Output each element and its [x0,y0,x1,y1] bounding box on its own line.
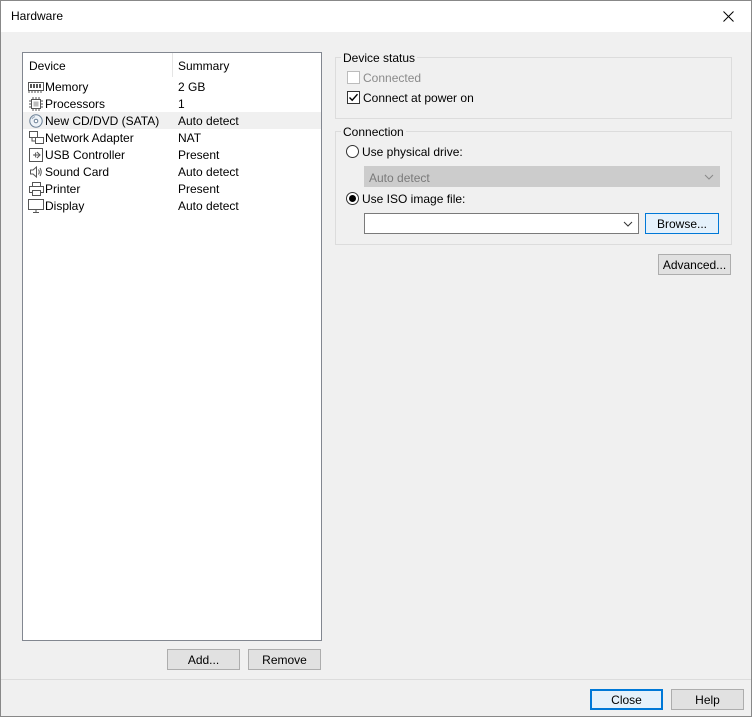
footer-divider [1,679,751,680]
advanced-button[interactable]: Advanced... [658,254,731,275]
close-button[interactable]: Close [590,689,663,710]
use-iso-image-radio[interactable] [346,192,359,205]
title-bar: Hardware [1,1,751,32]
device-name: New CD/DVD (SATA) [45,114,160,128]
close-window-icon[interactable] [705,1,751,32]
processor-icon [28,96,44,111]
iso-path-combobox[interactable] [364,213,639,234]
chevron-down-icon [704,174,714,180]
device-summary: 2 GB [178,80,206,94]
device-summary: NAT [178,131,202,145]
display-icon [28,198,44,213]
usb-icon [28,147,44,162]
device-row-display[interactable]: Display Auto detect [23,197,321,214]
help-button[interactable]: Help [671,689,744,710]
sound-card-icon [28,164,44,179]
checkmark-icon [349,93,359,102]
browse-button[interactable]: Browse... [645,213,719,234]
connection-label: Connection [341,125,406,139]
device-status-label: Device status [341,51,418,65]
column-header-device[interactable]: Device [29,59,66,73]
device-summary: Present [178,182,220,196]
device-summary: Present [178,148,220,162]
device-name: Printer [45,182,81,196]
device-row-memory[interactable]: Memory 2 GB [23,78,321,95]
connect-at-power-on-label: Connect at power on [363,91,474,105]
remove-button[interactable]: Remove [248,649,321,670]
device-name: Network Adapter [45,131,134,145]
memory-icon [28,79,44,94]
column-separator[interactable] [172,53,173,77]
device-row-sound-card[interactable]: Sound Card Auto detect [23,163,321,180]
device-summary: Auto detect [178,114,239,128]
device-row-printer[interactable]: Printer Present [23,180,321,197]
connected-label: Connected [363,71,422,85]
device-summary: 1 [178,97,185,111]
connect-at-power-on-checkbox[interactable] [347,91,360,104]
device-name: Display [45,199,85,213]
device-list[interactable]: Device Summary Memory 2 GB Processors 1 [22,52,322,641]
device-rows: Memory 2 GB Processors 1 New CD/DVD (SAT… [23,78,321,214]
device-row-usb-controller[interactable]: USB Controller Present [23,146,321,163]
physical-drive-value: Auto detect [369,171,430,185]
list-header: Device Summary [23,53,321,77]
use-physical-drive-label: Use physical drive: [362,145,463,159]
hardware-dialog: Hardware Device Summary Memory 2 GB Proc… [0,0,752,717]
device-name: USB Controller [45,148,126,162]
device-summary: Auto detect [178,199,239,213]
printer-icon [28,181,44,196]
physical-drive-select[interactable]: Auto detect [364,166,720,187]
network-adapter-icon [28,130,44,145]
chevron-down-icon[interactable] [622,217,634,231]
use-physical-drive-radio[interactable] [346,145,359,158]
cd-dvd-icon [28,113,44,128]
window-title: Hardware [11,9,64,23]
device-row-processors[interactable]: Processors 1 [23,95,321,112]
add-button[interactable]: Add... [167,649,240,670]
device-name: Sound Card [45,165,110,179]
device-name: Memory [45,80,89,94]
use-iso-image-label: Use ISO image file: [362,192,466,206]
device-name: Processors [45,97,106,111]
connected-checkbox[interactable] [347,71,360,84]
device-row-network-adapter[interactable]: Network Adapter NAT [23,129,321,146]
device-summary: Auto detect [178,165,239,179]
device-status-group [335,57,732,119]
device-row-cd-dvd[interactable]: New CD/DVD (SATA) Auto detect [23,112,321,129]
column-header-summary[interactable]: Summary [178,59,229,73]
